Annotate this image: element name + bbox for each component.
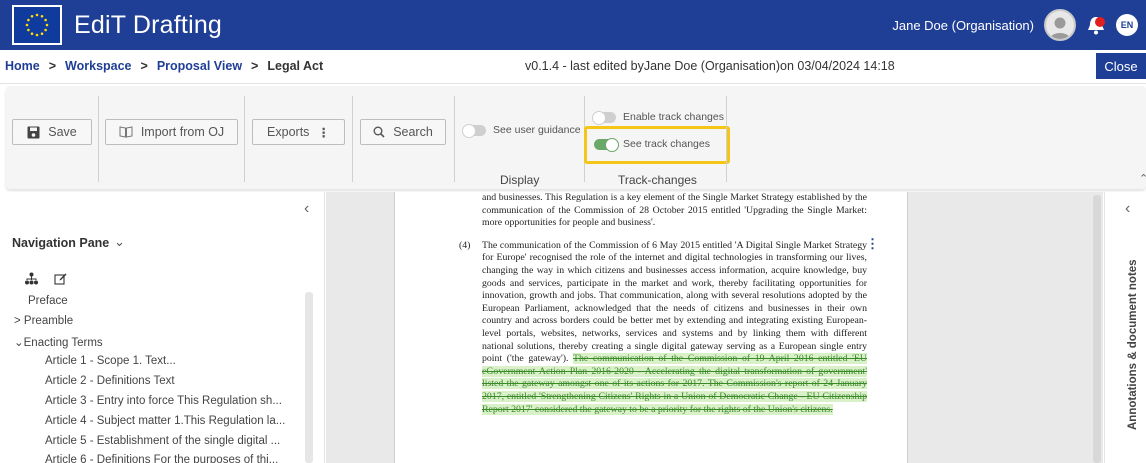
breadcrumb: Home > Workspace > Proposal View > Legal… (5, 59, 323, 73)
chevron-down-icon: ⌄ (14, 337, 24, 349)
annotations-label[interactable]: Annotations & document notes (1127, 259, 1139, 430)
chevron-right-icon: > (251, 59, 259, 73)
nav-item-article-5[interactable]: Article 5 - Establishment of the single … (45, 435, 280, 447)
save-label: Save (48, 125, 77, 139)
search-button[interactable]: Search (360, 119, 446, 145)
breadcrumb-current: Legal Act (267, 59, 324, 73)
document-area: and businesses. This Regulation is a key… (326, 192, 1103, 463)
breadcrumb-bar: Home > Workspace > Proposal View > Legal… (0, 50, 1146, 84)
see-user-guidance-option[interactable]: See user guidance (462, 123, 581, 138)
toolbar-divider (244, 96, 245, 182)
highlight-annotation (584, 126, 730, 164)
language-icon[interactable]: EN (1116, 14, 1138, 36)
app-title: EdiT Drafting (74, 10, 223, 39)
search-icon (373, 126, 385, 138)
hierarchy-icon[interactable] (25, 272, 38, 285)
paragraph-number: (4) (459, 239, 471, 251)
eu-flag-logo (12, 5, 62, 45)
toolbar-divider (352, 96, 353, 182)
book-icon (119, 126, 133, 138)
nav-item-article-6[interactable]: Article 6 - Definitions For the purposes… (45, 454, 278, 463)
edit-icon[interactable] (54, 272, 67, 285)
nav-item-article-2[interactable]: Article 2 - Definitions Text (45, 375, 175, 387)
nav-item-enacting-terms[interactable]: ⌄Enacting Terms (14, 335, 103, 349)
enable-track-changes-toggle[interactable] (592, 110, 616, 125)
user-name[interactable]: Jane Doe (Organisation) (892, 18, 1034, 33)
nav-item-preamble[interactable]: > Preamble (14, 315, 73, 327)
annotations-pane: ‹ Annotations & document notes (1104, 192, 1146, 463)
close-button[interactable]: Close (1096, 53, 1146, 79)
import-from-oj-button[interactable]: Import from OJ (105, 119, 238, 145)
nav-item-preamble-label: Preamble (23, 315, 74, 327)
document-page: and businesses. This Regulation is a key… (394, 192, 908, 463)
import-label: Import from OJ (140, 125, 225, 139)
enable-track-changes-label: Enable track changes (623, 111, 724, 123)
notification-bell-icon[interactable] (1084, 13, 1108, 37)
paragraph-text: The communication of the Commission of 6… (482, 239, 867, 365)
chevron-right-icon: > (140, 59, 148, 73)
app-header: EdiT Drafting Jane Doe (Organisation) EN (0, 0, 1146, 50)
display-group-label: Display (500, 173, 540, 187)
toolbar-divider (726, 96, 727, 182)
see-user-guidance-toggle[interactable] (462, 123, 486, 138)
search-label: Search (393, 125, 433, 139)
nav-item-article-4[interactable]: Article 4 - Subject matter 1.This Regula… (45, 415, 285, 427)
nav-item-preface[interactable]: Preface (28, 295, 68, 307)
nav-item-article-1[interactable]: Article 1 - Scope 1. Text... (45, 355, 176, 367)
more-vertical-icon: ⋮ (317, 125, 330, 140)
chevron-down-icon[interactable]: ⌄ (114, 234, 125, 250)
toolbar-divider (454, 96, 455, 182)
chevron-up-icon[interactable]: ⌃ (1139, 172, 1146, 185)
recital-paragraph[interactable]: (4) ⋮ The communication of the Commissio… (459, 237, 879, 416)
breadcrumb-workspace[interactable]: Workspace (65, 59, 131, 73)
breadcrumb-home[interactable]: Home (5, 59, 40, 73)
chevron-right-icon: > (48, 59, 57, 73)
nav-scrollbar[interactable] (305, 292, 313, 463)
version-info: v0.1.4 - last edited byJane Doe (Organis… (525, 59, 895, 73)
breadcrumb-proposal-view[interactable]: Proposal View (157, 59, 242, 73)
navigation-pane: ‹ Navigation Pane ⌄ Preface > Preamble ⌄… (0, 192, 325, 463)
navigation-pane-title[interactable]: Navigation Pane (12, 236, 109, 250)
exports-label: Exports (267, 125, 310, 139)
save-button[interactable]: Save (12, 119, 92, 145)
see-user-guidance-label: See user guidance (493, 124, 581, 136)
more-vertical-icon[interactable]: ⋮ (866, 237, 879, 251)
chevron-right-icon: > (14, 315, 24, 327)
user-avatar-icon[interactable] (1044, 9, 1076, 41)
document-intro-paragraph: and businesses. This Regulation is a key… (482, 192, 867, 229)
toolbar: Save Import from OJ Exports ⋮ Search See… (6, 86, 1146, 189)
nav-toolbar (25, 272, 67, 285)
expand-left-icon[interactable]: ‹ (1125, 200, 1130, 218)
save-icon (27, 126, 40, 138)
nav-item-article-3[interactable]: Article 3 - Entry into force This Regula… (45, 395, 282, 407)
track-changes-group-label: Track-changes (618, 173, 697, 187)
nav-item-enacting-terms-label: Enacting Terms (23, 337, 103, 349)
enable-track-changes-option[interactable]: Enable track changes (592, 110, 724, 125)
toolbar-divider (98, 96, 99, 182)
header-user-area: Jane Doe (Organisation) EN (892, 0, 1138, 50)
exports-button[interactable]: Exports ⋮ (252, 119, 345, 145)
collapse-left-icon[interactable]: ‹ (304, 200, 309, 218)
document-scrollbar[interactable] (1093, 195, 1101, 463)
